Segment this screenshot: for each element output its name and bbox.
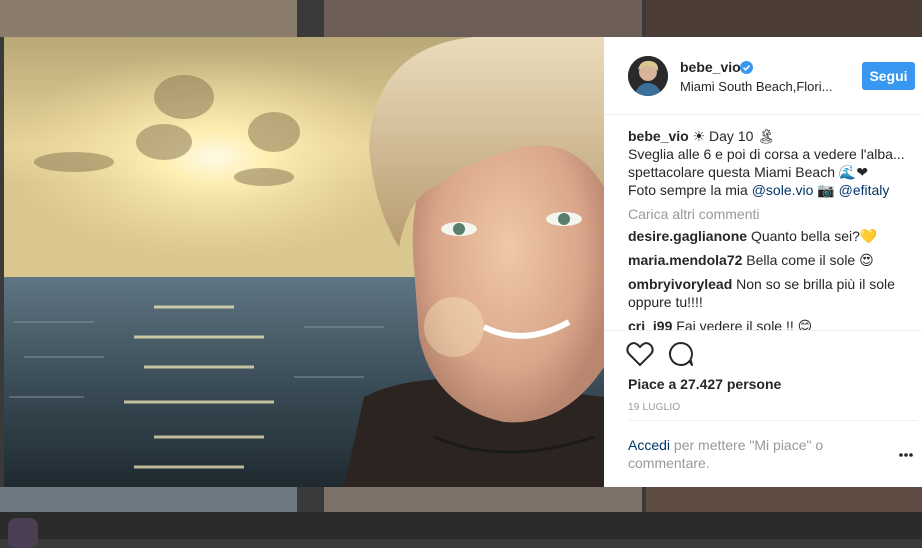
- list-item: desire.gaglianone Quanto bella sei?💛: [628, 227, 918, 245]
- feed-thumbnail[interactable]: [646, 0, 922, 37]
- comments-section: bebe_vio ☀ Day 10 🏝 Sveglia alle 6 e poi…: [628, 127, 918, 330]
- post-date[interactable]: 19 LUGLIO: [628, 402, 680, 413]
- comment-username[interactable]: cri_i99: [628, 318, 672, 330]
- divider: [628, 420, 918, 421]
- post-photo[interactable]: [4, 37, 604, 487]
- list-item: ombryivorylead Non so se brilla più il s…: [628, 275, 918, 311]
- login-prompt: Accedi per mettere "Mi piace" o commenta…: [628, 436, 848, 472]
- caption-text: spettacolare questa Miami Beach 🌊❤: [628, 164, 869, 180]
- post-header: bebe_vio Miami South Beach,Flori... Segu…: [604, 37, 922, 115]
- comment-text: Bella come il sole 😍: [746, 252, 874, 268]
- comment-text: Fai vedere il sole !! 😊: [676, 318, 813, 330]
- camera-emoji: 📷: [813, 182, 839, 198]
- actions-section: Piace a 27.427 persone 19 LUGLIO Accedi …: [604, 330, 922, 471]
- avatar-image: [628, 56, 668, 96]
- comment-bubble-icon[interactable]: [668, 341, 694, 367]
- feed-thumbnail[interactable]: [0, 0, 297, 37]
- caption-text: ☀ Day 10 🏝: [688, 128, 776, 144]
- feed-thumbnail[interactable]: [324, 0, 642, 37]
- feed-thumbnail[interactable]: [324, 487, 642, 512]
- comment-username[interactable]: ombryivorylead: [628, 276, 732, 292]
- caption-text: Sveglia alle 6 e poi di corsa a vedere l…: [628, 146, 905, 162]
- list-item: maria.mendola72 Bella come il sole 😍: [628, 251, 918, 269]
- verified-badge-icon: [740, 61, 753, 74]
- feed-thumbnail[interactable]: [646, 487, 922, 512]
- comment-username[interactable]: maria.mendola72: [628, 252, 742, 268]
- app-icon: [8, 518, 38, 548]
- mention-link[interactable]: @efitaly: [839, 182, 890, 198]
- bottom-bar: [0, 512, 922, 548]
- post-sidebar: bebe_vio Miami South Beach,Flori... Segu…: [604, 37, 922, 487]
- avatar[interactable]: [628, 56, 668, 96]
- likes-count[interactable]: Piace a 27.427 persone: [628, 376, 781, 392]
- more-dots-icon[interactable]: [898, 452, 914, 458]
- list-item: cri_i99 Fai vedere il sole !! 😊: [628, 317, 918, 330]
- comment-text: Quanto bella sei?💛: [750, 228, 878, 244]
- location-link[interactable]: Miami South Beach,Flori...: [680, 79, 850, 94]
- mention-link[interactable]: @sole.vio: [752, 182, 814, 198]
- heart-icon[interactable]: [626, 341, 654, 367]
- load-more-comments-button[interactable]: Carica altri commenti: [628, 205, 918, 223]
- photo-image: [4, 37, 604, 487]
- caption: bebe_vio ☀ Day 10 🏝 Sveglia alle 6 e poi…: [628, 127, 918, 199]
- comment-username[interactable]: desire.gaglianone: [628, 228, 747, 244]
- login-link[interactable]: Accedi: [628, 437, 670, 453]
- username[interactable]: bebe_vio: [680, 59, 741, 75]
- post-modal: bebe_vio Miami South Beach,Flori... Segu…: [4, 37, 922, 487]
- caption-text: Foto sempre la mia: [628, 182, 752, 198]
- caption-username[interactable]: bebe_vio: [628, 128, 689, 144]
- follow-button[interactable]: Segui: [862, 62, 915, 90]
- feed-thumbnail[interactable]: [0, 487, 297, 512]
